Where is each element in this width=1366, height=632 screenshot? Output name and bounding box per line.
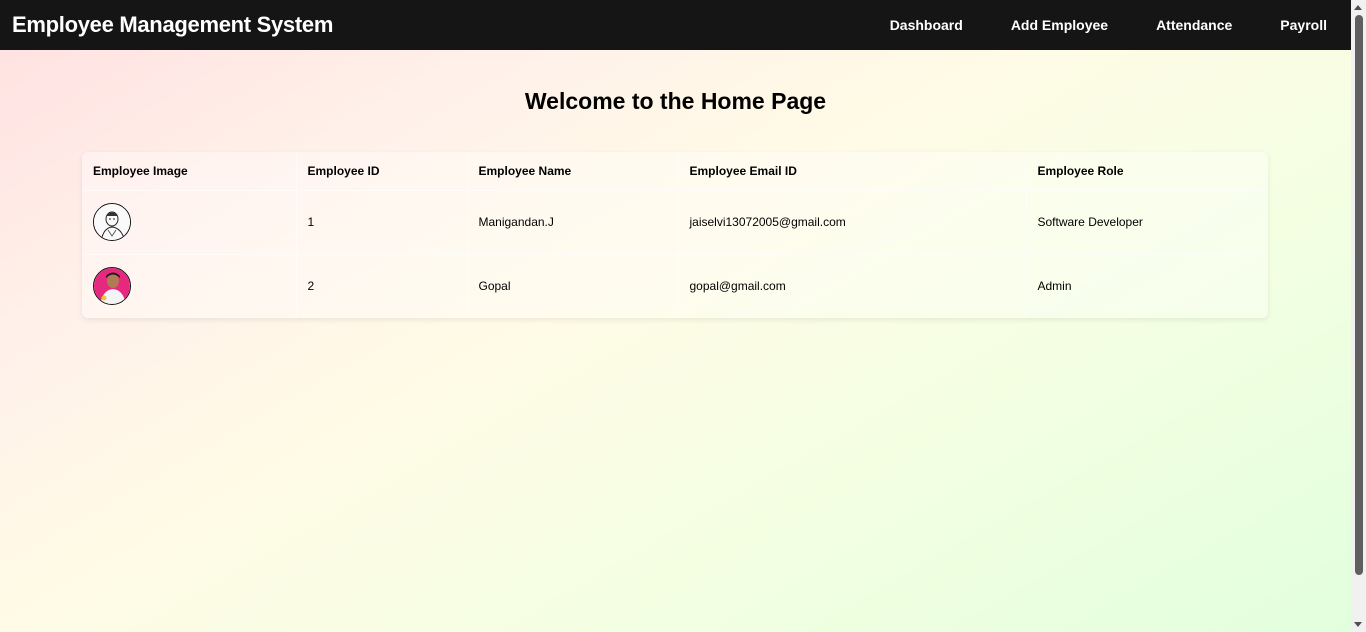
employee-image-cell	[82, 189, 296, 254]
employee-table: Employee Image Employee ID Employee Name…	[82, 152, 1268, 318]
scroll-up-arrow-icon[interactable]	[1354, 5, 1362, 10]
nav-link-payroll[interactable]: Payroll	[1280, 17, 1327, 33]
employee-name-cell: Gopal	[466, 253, 678, 318]
table-row: 1 Manigandan.J jaiselvi13072005@gmail.co…	[82, 189, 1268, 254]
employee-id-cell: 2	[295, 253, 467, 318]
avatar	[93, 267, 131, 306]
nav-link-add-employee[interactable]: Add Employee	[1011, 17, 1108, 33]
employee-role-cell: Software Developer	[1025, 189, 1268, 254]
employee-id-cell: 1	[295, 189, 467, 254]
photo-portrait-icon	[94, 268, 130, 305]
sketch-portrait-icon	[94, 204, 130, 240]
column-header-email: Employee Email ID	[677, 152, 1026, 191]
avatar	[93, 203, 131, 241]
nav-links: Dashboard Add Employee Attendance Payrol…	[842, 17, 1351, 33]
employee-email-cell: jaiselvi13072005@gmail.com	[677, 189, 1026, 254]
table-row: 2 Gopal gopal@gmail.com Admin	[82, 253, 1268, 318]
nav-link-dashboard[interactable]: Dashboard	[890, 17, 963, 33]
column-header-image: Employee Image	[82, 152, 296, 191]
brand-title[interactable]: Employee Management System	[0, 12, 333, 38]
table-header-row: Employee Image Employee ID Employee Name…	[82, 152, 1268, 191]
employee-role-cell: Admin	[1025, 253, 1268, 318]
column-header-name: Employee Name	[466, 152, 678, 191]
employee-table-container: Employee Image Employee ID Employee Name…	[82, 152, 1268, 318]
navbar: Employee Management System Dashboard Add…	[0, 0, 1351, 50]
scroll-down-arrow-icon[interactable]	[1354, 622, 1362, 627]
page-background: Employee Management System Dashboard Add…	[0, 0, 1351, 632]
employee-image-cell	[82, 253, 296, 318]
column-header-role: Employee Role	[1025, 152, 1268, 191]
vertical-scrollbar[interactable]	[1351, 0, 1366, 632]
employee-email-cell: gopal@gmail.com	[677, 253, 1026, 318]
page-title: Welcome to the Home Page	[524, 88, 827, 114]
nav-link-attendance[interactable]: Attendance	[1156, 17, 1232, 33]
employee-name-cell: Manigandan.J	[466, 189, 678, 254]
column-header-id: Employee ID	[295, 152, 467, 191]
scroll-thumb[interactable]	[1355, 15, 1363, 575]
